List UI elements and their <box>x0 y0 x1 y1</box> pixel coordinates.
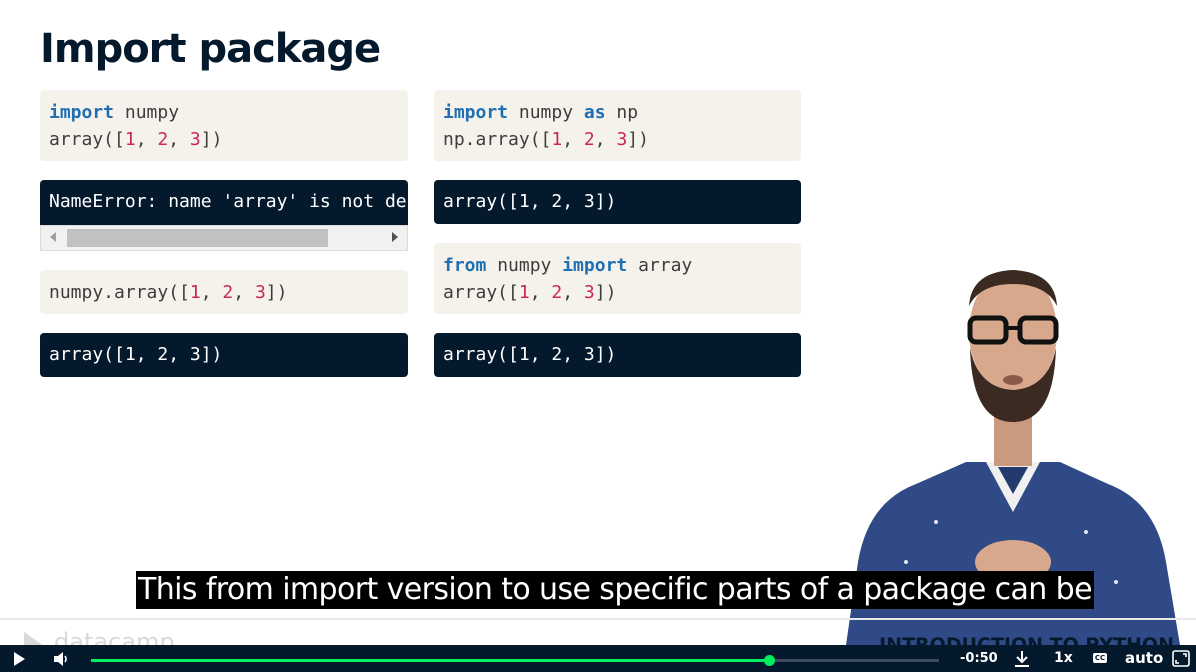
slide-title: Import package <box>40 26 381 72</box>
code-block-import-numpy: import numpy array([1, 2, 3]) <box>40 90 408 161</box>
course-title: INTRODUCTION TO PYTHON <box>879 634 1174 645</box>
datacamp-logo: datacamp <box>24 628 175 645</box>
fullscreen-icon[interactable] <box>1172 650 1190 667</box>
quality-button[interactable]: auto <box>1125 645 1163 672</box>
volume-icon[interactable] <box>52 650 70 668</box>
cc-icon[interactable]: CC <box>1093 653 1107 663</box>
scroll-thumb[interactable] <box>67 229 328 247</box>
datacamp-logo-icon <box>24 632 44 645</box>
code-block-from-numpy-import-array: from numpy import array array([1, 2, 3]) <box>434 243 801 314</box>
output-block-from-import-array: array([1, 2, 3]) <box>434 333 801 377</box>
scroll-right-arrow-icon[interactable] <box>392 232 398 242</box>
slide: Import package import numpy array([1, 2,… <box>0 0 1196 645</box>
playback-speed-button[interactable]: 1x <box>1054 645 1073 672</box>
output-block-np-array: array([1, 2, 3]) <box>434 180 801 224</box>
code-block-import-numpy-as-np: import numpy as np np.array([1, 2, 3]) <box>434 90 801 161</box>
scroll-left-arrow-icon[interactable] <box>50 232 56 242</box>
output-scrollbar[interactable] <box>40 225 408 251</box>
subtitle-caption: This from import version to use specific… <box>136 571 1094 609</box>
progress-fill <box>91 659 770 662</box>
download-icon[interactable] <box>1012 649 1032 669</box>
progress-bar[interactable] <box>91 655 939 666</box>
play-icon[interactable] <box>14 652 25 666</box>
output-block-name-error: NameError: name 'array' is not defined <box>40 180 408 225</box>
footer-divider <box>0 618 1196 620</box>
time-remaining: -0:50 <box>960 651 998 666</box>
output-block-array: array([1, 2, 3]) <box>40 333 408 377</box>
code-block-numpy-array: numpy.array([1, 2, 3]) <box>40 270 408 314</box>
